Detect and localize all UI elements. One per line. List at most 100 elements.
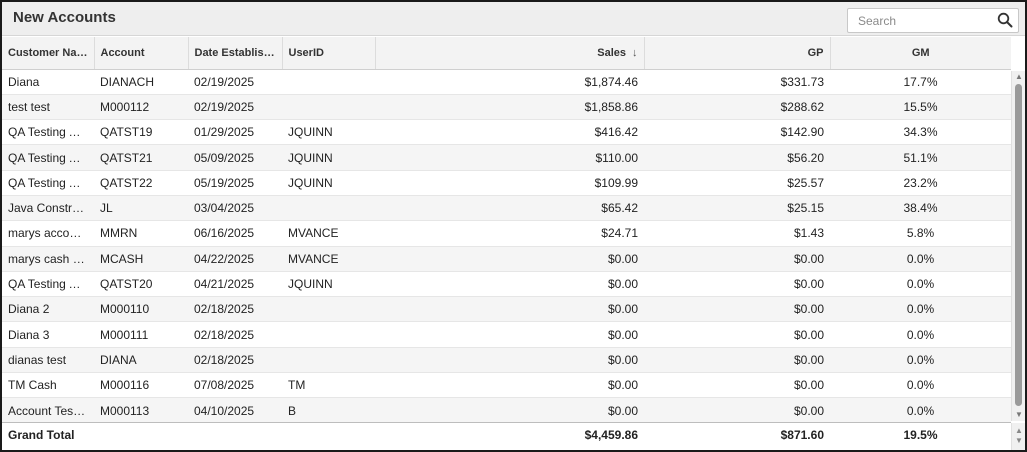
search-icon[interactable] [997, 12, 1013, 28]
table-row[interactable]: dianas test DIANA 02/18/2025 $0.00 $0.00 0.0% [2, 347, 1011, 374]
cell-customer: Java Constru… [2, 195, 94, 222]
column-header-account[interactable]: Account [94, 37, 189, 70]
cell-date: 03/04/2025 [188, 195, 282, 222]
cell-gp: $0.00 [644, 347, 830, 374]
cell-userid: B [282, 397, 375, 424]
cell-gm: 23.2% [830, 170, 1011, 196]
table-row[interactable]: QA Testing A… QATST22 05/19/2025 JQUINN $109… [2, 170, 1011, 196]
table-row[interactable]: Diana 3 M000111 02/18/2025 $0.00 $0.00 0.0% [2, 321, 1011, 348]
cell-userid: JQUINN [282, 119, 375, 146]
cell-gp: $0.00 [644, 296, 830, 323]
new-accounts-widget: New Accounts Customer Na… Account Date E… [0, 0, 1027, 452]
table-row[interactable]: Diana 2 M000110 02/18/2025 $0.00 $0.00 0.0% [2, 296, 1011, 323]
total-scroll-down-icon: ▼ [1015, 436, 1023, 445]
cell-date: 02/18/2025 [188, 296, 282, 323]
scroll-down-icon[interactable]: ▼ [1014, 410, 1024, 420]
column-header-userid[interactable]: UserID [282, 37, 376, 70]
sort-descending-icon[interactable]: ↓ [632, 47, 638, 59]
cell-userid [282, 69, 375, 95]
cell-userid: MVANCE [282, 220, 375, 247]
cell-gp: $142.90 [644, 119, 830, 146]
cell-userid [282, 321, 375, 348]
table-row[interactable]: Java Constru… JL 03/04/2025 $65.42 $25.15 38.… [2, 195, 1011, 222]
scroll-up-icon[interactable]: ▲ [1014, 72, 1024, 82]
cell-account: M000111 [94, 321, 188, 348]
table-row[interactable]: Diana DIANACH 02/19/2025 $1,874.46 $331.73 17… [2, 69, 1011, 95]
grand-total-row: Grand Total $4,459.86 $871.60 19.5% [2, 422, 1011, 447]
table-row[interactable]: marys accou… MMRN 06/16/2025 MVANCE $24.71 $1… [2, 220, 1011, 247]
cell-sales: $110.00 [375, 144, 644, 171]
cell-account: M000116 [94, 372, 188, 399]
cell-sales: $1,858.86 [375, 94, 644, 121]
cell-gm: 0.0% [830, 321, 1011, 348]
cell-userid: TM [282, 372, 375, 399]
cell-gp: $0.00 [644, 246, 830, 272]
grand-total-empty [94, 422, 188, 447]
cell-customer: Diana 3 [2, 321, 94, 348]
cell-userid [282, 94, 375, 121]
cell-userid: JQUINN [282, 170, 375, 196]
column-header-gm[interactable]: GM [830, 37, 1011, 70]
cell-userid: JQUINN [282, 271, 375, 298]
table-row[interactable]: TM Cash M000116 07/08/2025 TM $0.00 $0.00 0.0% [2, 372, 1011, 399]
grand-total-label: Grand Total [2, 422, 94, 447]
column-header-customer[interactable]: Customer Na… [2, 37, 95, 70]
cell-customer: QA Testing A… [2, 144, 94, 171]
cell-gm: 0.0% [830, 271, 1011, 298]
table-row[interactable]: QA Testing A… QATST20 04/21/2025 JQUINN $0.0… [2, 271, 1011, 298]
total-row-scrollbar: ▲ ▼ [1011, 423, 1025, 450]
cell-customer: QA Testing A… [2, 170, 94, 196]
cell-gp: $0.00 [644, 397, 830, 424]
search-input[interactable] [848, 9, 993, 32]
cell-sales: $416.42 [375, 119, 644, 146]
widget-title: New Accounts [13, 9, 116, 26]
cell-gp: $1.43 [644, 220, 830, 247]
cell-customer: Diana 2 [2, 296, 94, 323]
cell-account: QATST19 [94, 119, 188, 146]
grand-total-gm: 19.5% [830, 422, 1011, 447]
cell-userid [282, 347, 375, 374]
cell-gm: 0.0% [830, 246, 1011, 272]
cell-gp: $288.62 [644, 94, 830, 121]
scrollbar-thumb[interactable] [1015, 84, 1022, 406]
cell-account: M000112 [94, 94, 188, 121]
cell-gp: $25.57 [644, 170, 830, 196]
cell-userid: JQUINN [282, 144, 375, 171]
column-header-date[interactable]: Date Establish… [188, 37, 283, 70]
cell-date: 07/08/2025 [188, 372, 282, 399]
cell-account: QATST22 [94, 170, 188, 196]
cell-sales: $24.71 [375, 220, 644, 247]
widget-header: New Accounts [2, 2, 1025, 36]
table-row[interactable]: QA Testing A… QATST21 05/09/2025 JQUINN $110… [2, 144, 1011, 171]
cell-userid: MVANCE [282, 246, 375, 272]
cell-userid [282, 195, 375, 222]
total-scroll-up-icon: ▲ [1015, 426, 1023, 435]
cell-account: M000110 [94, 296, 188, 323]
cell-sales: $65.42 [375, 195, 644, 222]
cell-gp: $0.00 [644, 321, 830, 348]
cell-date: 01/29/2025 [188, 119, 282, 146]
cell-customer: Diana [2, 69, 94, 95]
cell-date: 02/18/2025 [188, 347, 282, 374]
column-header-sales[interactable]: Sales ↓ [375, 37, 645, 70]
table-row[interactable]: marys cash a… MCASH 04/22/2025 MVANCE $0.00 $… [2, 246, 1011, 272]
vertical-scrollbar[interactable]: ▲ ▼ [1011, 71, 1025, 421]
table-row[interactable]: QA Testing A… QATST19 01/29/2025 JQUINN $416… [2, 119, 1011, 146]
table-row[interactable]: Account Test… M000113 04/10/2025 B $0.00 $0.0… [2, 397, 1011, 424]
cell-gp: $331.73 [644, 69, 830, 95]
column-header-gp[interactable]: GP [644, 37, 831, 70]
cell-gm: 0.0% [830, 296, 1011, 323]
search-box[interactable] [847, 8, 1019, 33]
cell-sales: $0.00 [375, 271, 644, 298]
cell-userid [282, 296, 375, 323]
cell-account: MMRN [94, 220, 188, 247]
cell-sales: $0.00 [375, 347, 644, 374]
cell-account: DIANA [94, 347, 188, 374]
grand-total-sales: $4,459.86 [375, 422, 644, 447]
cell-customer: Account Test… [2, 397, 94, 424]
cell-gm: 15.5% [830, 94, 1011, 121]
cell-customer: test test [2, 94, 94, 121]
table-row[interactable]: test test M000112 02/19/2025 $1,858.86 $288.… [2, 94, 1011, 121]
cell-sales: $0.00 [375, 372, 644, 399]
cell-date: 04/10/2025 [188, 397, 282, 424]
